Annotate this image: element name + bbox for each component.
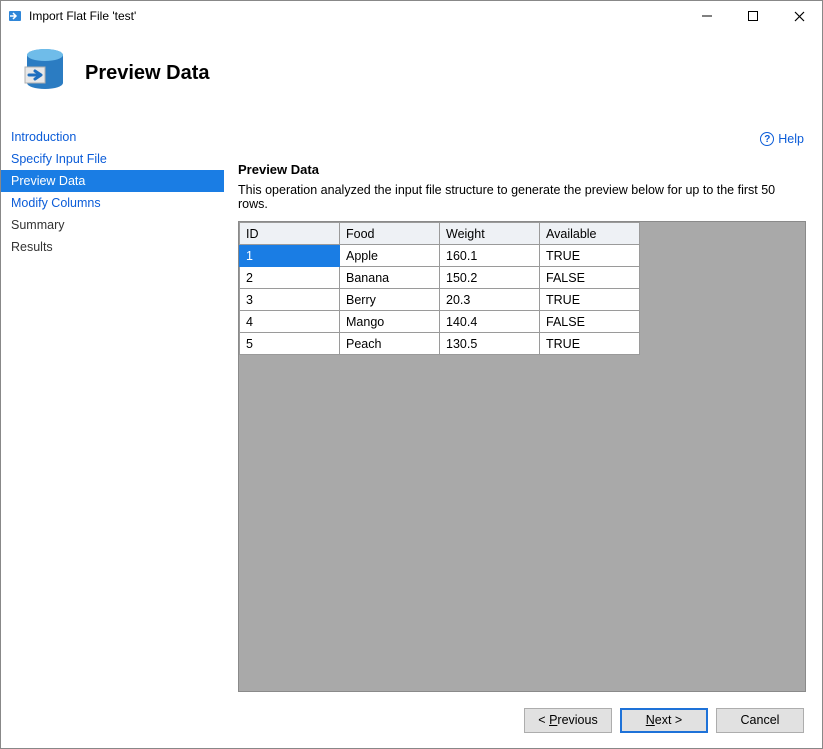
table-cell[interactable]: TRUE: [540, 289, 640, 311]
table-row[interactable]: 1Apple160.1TRUE: [240, 245, 640, 267]
sidebar-item-results[interactable]: Results: [1, 236, 224, 258]
header-band: Preview Data: [1, 31, 822, 120]
sidebar-item-summary[interactable]: Summary: [1, 214, 224, 236]
table-cell[interactable]: 140.4: [440, 311, 540, 333]
column-header[interactable]: Food: [340, 223, 440, 245]
window-title: Import Flat File 'test': [29, 9, 684, 23]
sidebar-item-introduction[interactable]: Introduction: [1, 126, 224, 148]
button-label: Cancel: [741, 713, 780, 727]
column-header[interactable]: Weight: [440, 223, 540, 245]
table-cell[interactable]: 3: [240, 289, 340, 311]
import-icon: [7, 8, 23, 24]
cancel-button[interactable]: Cancel: [716, 708, 804, 733]
previous-button[interactable]: < Previous: [524, 708, 612, 733]
help-icon: ?: [760, 132, 774, 146]
close-button[interactable]: [776, 1, 822, 31]
preview-table: IDFoodWeightAvailable 1Apple160.1TRUE2Ba…: [239, 222, 640, 355]
table-cell[interactable]: Peach: [340, 333, 440, 355]
table-row[interactable]: 3Berry20.3TRUE: [240, 289, 640, 311]
next-button[interactable]: Next >: [620, 708, 708, 733]
column-header[interactable]: Available: [540, 223, 640, 245]
table-cell[interactable]: 150.2: [440, 267, 540, 289]
table-cell[interactable]: 1: [240, 245, 340, 267]
table-cell[interactable]: TRUE: [540, 245, 640, 267]
table-cell[interactable]: 2: [240, 267, 340, 289]
sidebar-item-modify-columns[interactable]: Modify Columns: [1, 192, 224, 214]
page-title: Preview Data: [85, 62, 210, 85]
sidebar-item-specify-input-file[interactable]: Specify Input File: [1, 148, 224, 170]
table-cell[interactable]: FALSE: [540, 311, 640, 333]
column-header[interactable]: ID: [240, 223, 340, 245]
table-cell[interactable]: Berry: [340, 289, 440, 311]
database-import-icon: [21, 45, 69, 102]
table-cell[interactable]: 4: [240, 311, 340, 333]
table-cell[interactable]: FALSE: [540, 267, 640, 289]
sidebar-item-preview-data[interactable]: Preview Data: [1, 170, 224, 192]
preview-grid-wrapper[interactable]: IDFoodWeightAvailable 1Apple160.1TRUE2Ba…: [238, 221, 806, 692]
table-cell[interactable]: 5: [240, 333, 340, 355]
table-row[interactable]: 5Peach130.5TRUE: [240, 333, 640, 355]
window-buttons: [684, 1, 822, 31]
table-cell[interactable]: TRUE: [540, 333, 640, 355]
table-cell[interactable]: Banana: [340, 267, 440, 289]
content-area: ? Help Preview Data This operation analy…: [224, 120, 822, 692]
content-heading: Preview Data: [238, 162, 806, 177]
footer: < Previous Next > Cancel: [1, 692, 822, 748]
button-label: Next >: [646, 713, 682, 727]
table-cell[interactable]: 130.5: [440, 333, 540, 355]
table-row[interactable]: 2Banana150.2FALSE: [240, 267, 640, 289]
main-area: IntroductionSpecify Input FilePreview Da…: [1, 120, 822, 692]
minimize-button[interactable]: [684, 1, 730, 31]
table-row[interactable]: 4Mango140.4FALSE: [240, 311, 640, 333]
titlebar: Import Flat File 'test': [1, 1, 822, 31]
help-link[interactable]: ? Help: [760, 132, 804, 146]
table-cell[interactable]: Mango: [340, 311, 440, 333]
wizard-sidebar: IntroductionSpecify Input FilePreview Da…: [1, 120, 224, 692]
help-label: Help: [778, 132, 804, 146]
table-cell[interactable]: 20.3: [440, 289, 540, 311]
table-cell[interactable]: 160.1: [440, 245, 540, 267]
table-cell[interactable]: Apple: [340, 245, 440, 267]
button-label: < Previous: [538, 713, 597, 727]
maximize-button[interactable]: [730, 1, 776, 31]
content-description: This operation analyzed the input file s…: [238, 183, 806, 211]
